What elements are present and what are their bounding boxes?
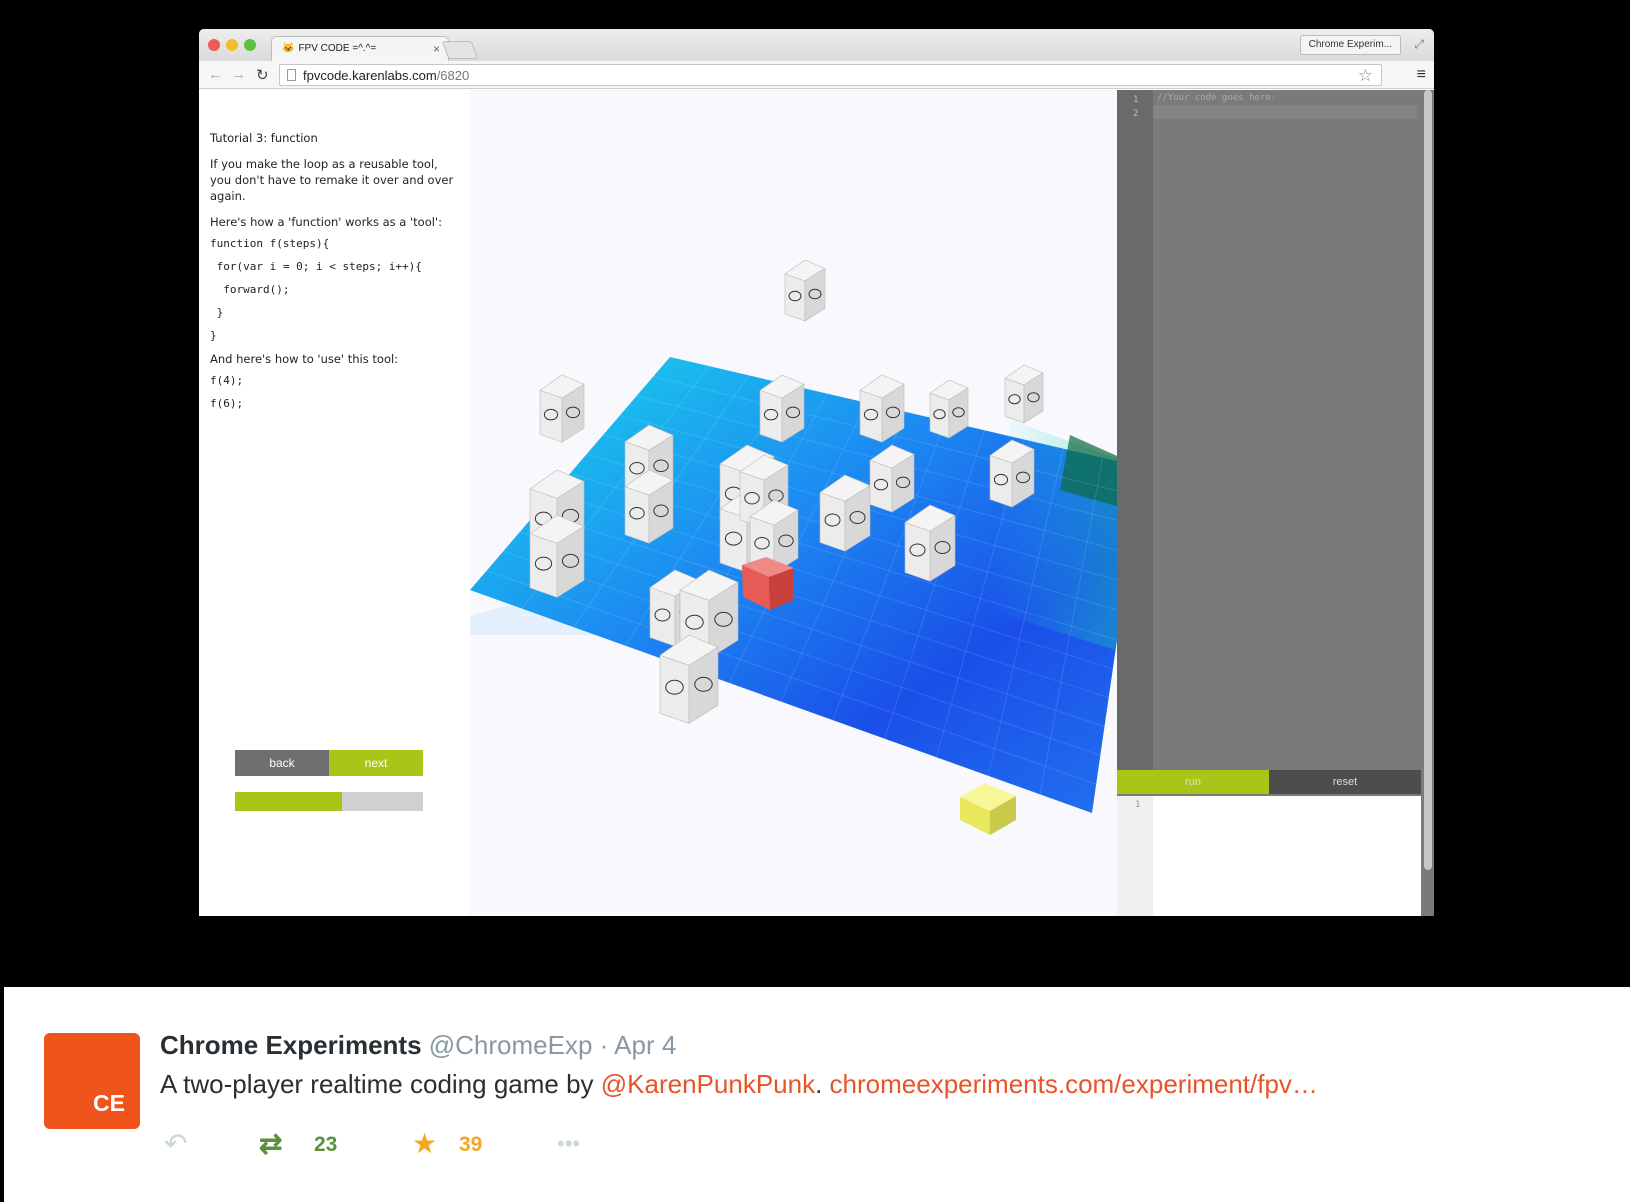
page-icon	[287, 69, 296, 81]
tab-title: FPV CODE =^.^=	[298, 43, 377, 54]
browser-toolbar: ← → ↻ fpvcode.karenlabs.com/6820 ☆ ≡	[199, 61, 1434, 89]
minimize-window-icon[interactable]	[226, 39, 238, 51]
star-icon[interactable]: ★	[412, 1127, 437, 1160]
maximize-window-icon[interactable]	[244, 39, 256, 51]
fullscreen-icon[interactable]: ⤢	[1414, 37, 1424, 52]
run-button[interactable]: run	[1117, 770, 1269, 794]
browser-window: 🐱 FPV CODE =^.^= × Chrome Experim... ⤢ ← …	[199, 29, 1434, 916]
tweet-text: A two-player realtime coding game by @Ka…	[160, 1069, 1318, 1100]
tutorial-title: Tutorial 3: function	[210, 131, 318, 145]
bookmark-star-icon[interactable]: ☆	[1358, 66, 1373, 86]
editor-scrollbar[interactable]	[1424, 90, 1432, 870]
url-path: /6820	[436, 68, 470, 83]
tutorial-navigation: back next	[235, 750, 423, 776]
tutorial-panel: Tutorial 3: function If you make the loo…	[210, 130, 460, 415]
tutorial-how-label: Here's how a 'function' works as a 'tool…	[210, 215, 442, 229]
tweet-actions: ↶ ⇄ 23 ★ 39 •••	[164, 1127, 664, 1161]
code-editor[interactable]: 1 2 //Your code goes here: run reset 1	[1117, 90, 1434, 916]
avatar[interactable]: CE	[44, 1033, 140, 1129]
run-reset-bar: run reset	[1117, 770, 1421, 794]
tweet-text-mid: .	[815, 1069, 830, 1099]
retweet-count: 23	[314, 1133, 338, 1156]
reset-button[interactable]: reset	[1269, 770, 1421, 794]
cat-cube	[859, 374, 905, 443]
back-button[interactable]: back	[235, 750, 329, 776]
browser-tab[interactable]: 🐱 FPV CODE =^.^= ×	[271, 36, 449, 61]
tutorial-progress-bar	[235, 792, 423, 811]
tutorial-intro: If you make the loop as a reusable tool,…	[210, 157, 454, 203]
browser-titlebar: 🐱 FPV CODE =^.^= × Chrome Experim... ⤢	[199, 29, 1434, 61]
tutorial-progress-fill	[235, 792, 343, 811]
author-name[interactable]: Chrome Experiments	[160, 1030, 422, 1060]
reload-icon[interactable]: ↻	[256, 66, 269, 84]
tweet-media[interactable]: 🐱 FPV CODE =^.^= × Chrome Experim... ⤢ ← …	[0, 0, 1630, 985]
mention-link[interactable]: @KarenPunkPunk	[601, 1069, 815, 1099]
tweet-card: CE Chrome Experiments @ChromeExp · Apr 4…	[4, 987, 1630, 1202]
tab-close-icon[interactable]: ×	[433, 42, 440, 56]
author-handle[interactable]: @ChromeExp	[429, 1030, 593, 1060]
retweet-icon[interactable]: ⇄	[259, 1127, 282, 1160]
goal-yellow-cube	[960, 783, 1016, 835]
tutorial-use-label: And here's how to 'use' this tool:	[210, 352, 399, 366]
use-code: f(4); f(6);	[210, 374, 244, 410]
experiment-link[interactable]: chromeexperiments.com/experiment/fpv…	[830, 1069, 1318, 1099]
cat-cube	[539, 374, 585, 443]
reply-arrow-icon[interactable]: ↶	[164, 1127, 187, 1160]
editor-line-numbers: 1 2	[1117, 90, 1153, 770]
cat-favicon-icon: 🐱	[282, 43, 295, 54]
more-dots-icon[interactable]: •••	[557, 1131, 580, 1157]
editor-code[interactable]: //Your code goes here:	[1157, 93, 1276, 103]
editor-active-line	[1153, 105, 1417, 119]
page-content: Tutorial 3: function If you make the loo…	[199, 90, 1434, 916]
favorite-count: 39	[459, 1133, 483, 1156]
function-code: function f(steps){ for(var i = 0; i < st…	[210, 237, 422, 342]
tweet-text-start: A two-player realtime coding game by	[160, 1069, 601, 1099]
back-arrow-icon[interactable]: ←	[208, 66, 223, 83]
cat-cube	[929, 379, 969, 439]
cat-cube	[1004, 364, 1044, 424]
cat-cube	[784, 259, 826, 322]
address-bar[interactable]: fpvcode.karenlabs.com/6820 ☆	[279, 64, 1382, 86]
url-host: fpvcode.karenlabs.com	[303, 68, 437, 83]
close-window-icon[interactable]	[208, 39, 220, 51]
avatar-initials: CE	[93, 1090, 125, 1116]
new-tab-button[interactable]	[441, 41, 479, 59]
output-console[interactable]: 1	[1117, 796, 1421, 916]
profile-button[interactable]: Chrome Experim...	[1299, 35, 1401, 55]
tweet-header: Chrome Experiments @ChromeExp · Apr 4	[160, 1030, 676, 1061]
separator-dot: ·	[599, 1030, 609, 1060]
next-button[interactable]: next	[329, 750, 423, 776]
menu-icon[interactable]: ≡	[1417, 66, 1426, 84]
tweet-date[interactable]: Apr 4	[614, 1030, 676, 1060]
forward-arrow-icon[interactable]: →	[231, 66, 246, 83]
console-line-number: 1	[1117, 796, 1153, 916]
